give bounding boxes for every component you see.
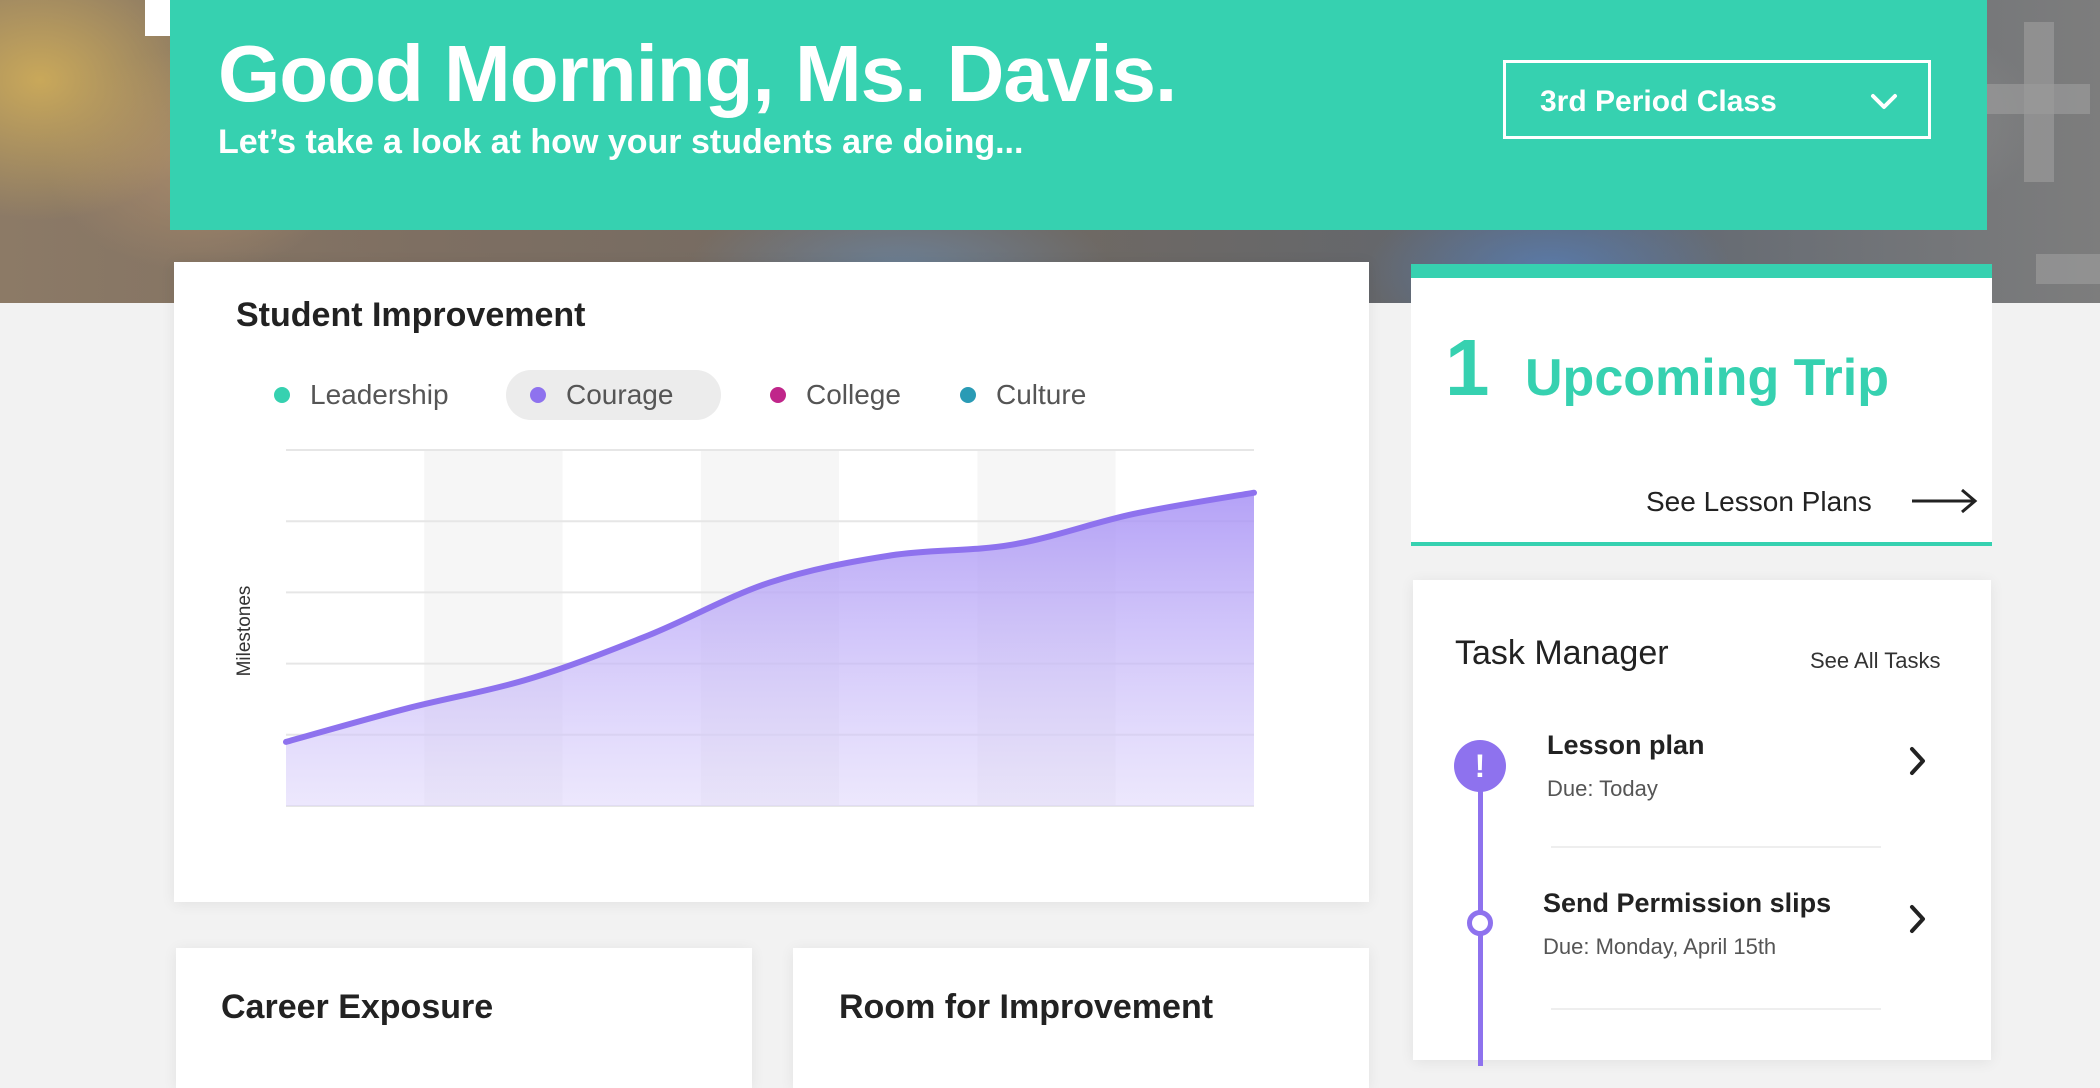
task-item-lesson-plan[interactable]: Lesson plan Due: Today bbox=[1547, 730, 1947, 850]
trip-label: Upcoming Trip bbox=[1525, 349, 1889, 407]
greeting-subtitle: Let’s take a look at how your students a… bbox=[218, 123, 1024, 161]
see-all-tasks-link[interactable]: See All Tasks bbox=[1810, 648, 1940, 674]
career-exposure-title: Career Exposure bbox=[221, 988, 494, 1026]
minus-symbol bbox=[2036, 254, 2100, 284]
chevron-down-icon bbox=[1871, 94, 1897, 109]
see-lesson-plans-link[interactable]: See Lesson Plans bbox=[1646, 482, 1978, 522]
chevron-right-icon bbox=[1910, 747, 1925, 775]
student-improvement-card: Student Improvement Leadership Courage C… bbox=[174, 262, 1369, 902]
trip-count: 1 bbox=[1445, 323, 1490, 412]
arrow-right-icon bbox=[1912, 488, 1978, 514]
greeting-title: Good Morning, Ms. Davis. bbox=[218, 29, 1177, 118]
plus-symbol-vertical bbox=[2024, 22, 2054, 182]
task-title: Lesson plan bbox=[1547, 730, 1705, 760]
task-divider bbox=[1551, 1008, 1881, 1010]
task-timeline bbox=[1478, 746, 1483, 1066]
task-due: Due: Today bbox=[1547, 776, 1658, 801]
milestones-area-chart bbox=[283, 449, 1257, 807]
task-manager-card: Task Manager See All Tasks ! Lesson plan… bbox=[1413, 580, 1991, 1066]
welcome-header: Good Morning, Ms. Davis. Let’s take a lo… bbox=[170, 0, 1987, 230]
timeline-step-icon bbox=[1467, 910, 1493, 936]
class-selector-label: 3rd Period Class bbox=[1540, 85, 1777, 118]
room-for-improvement-title: Room for Improvement bbox=[839, 988, 1214, 1026]
room-for-improvement-card: Room for Improvement bbox=[793, 948, 1369, 1088]
career-exposure-card: Career Exposure bbox=[176, 948, 752, 1088]
task-divider bbox=[1551, 846, 1881, 848]
chevron-right-icon bbox=[1910, 905, 1925, 933]
class-selector[interactable]: 3rd Period Class bbox=[1503, 60, 1931, 139]
task-item-permission-slips[interactable]: Send Permission slips Due: Monday, April… bbox=[1543, 888, 1943, 1008]
photo-highlight bbox=[145, 0, 173, 36]
upcoming-trip-card: 1 Upcoming Trip See Lesson Plans bbox=[1411, 264, 1992, 546]
lesson-link-label: See Lesson Plans bbox=[1646, 486, 1872, 517]
task-due: Due: Monday, April 15th bbox=[1543, 934, 1777, 959]
task-title: Send Permission slips bbox=[1543, 888, 1832, 918]
alert-icon: ! bbox=[1454, 740, 1506, 792]
task-manager-title: Task Manager bbox=[1455, 634, 1669, 672]
